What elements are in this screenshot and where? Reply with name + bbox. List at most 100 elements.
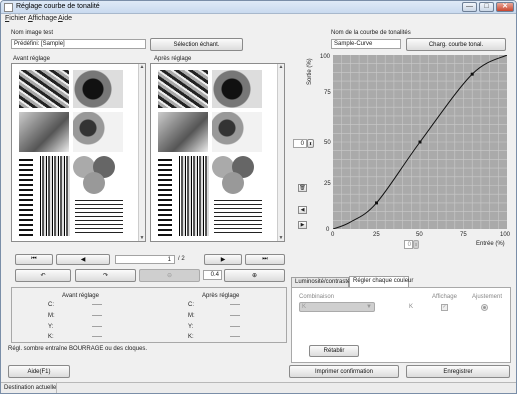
curve-control-point[interactable]: [470, 72, 474, 76]
info-before-y: Y:: [48, 324, 54, 330]
sample-photo: [19, 112, 69, 152]
load-curve-button[interactable]: Charg. courbe tonal.: [406, 38, 506, 51]
zoom-in-button[interactable]: ⊕: [224, 269, 285, 282]
curve-control-point[interactable]: [375, 201, 378, 205]
color-adjust-panel: Combinaison Affichage Ajustement K ▼ K ✓ …: [291, 287, 511, 363]
tab-adjust-each-color[interactable]: Régler chaque couleur: [349, 276, 413, 287]
after-scrollbar[interactable]: ▲ ▼: [277, 64, 284, 241]
app-icon: [4, 3, 13, 12]
x-tick: 100: [500, 232, 511, 238]
rotate-left-icon: ↶: [40, 273, 46, 279]
first-page-icon: ⏮: [31, 256, 37, 262]
close-button[interactable]: ✕: [496, 2, 514, 12]
combination-select[interactable]: K ▼: [299, 302, 375, 312]
curve-control-point[interactable]: [418, 140, 422, 144]
print-confirmation-button[interactable]: Imprimer confirmation: [289, 365, 399, 378]
radio-dot-icon: [483, 306, 486, 309]
window-title: Réglage courbe de tonalité: [16, 3, 100, 10]
zoom-field[interactable]: 0.4: [203, 270, 222, 280]
display-checkbox[interactable]: ✓: [441, 304, 448, 311]
info-after-k: K:: [188, 334, 194, 340]
x-tick: 50: [416, 232, 423, 238]
before-scrollbar[interactable]: ▲ ▼: [138, 64, 145, 241]
scroll-down-icon[interactable]: ▼: [278, 235, 284, 241]
page-number-field[interactable]: 1: [115, 255, 175, 264]
status-bar: Destination actuelle: [1, 382, 516, 393]
sample-grid: [214, 198, 262, 236]
channel-k-label: K: [409, 304, 414, 310]
y-tick: 75: [324, 90, 331, 96]
adjust-radio[interactable]: [481, 304, 488, 311]
menu-affichage[interactable]: Affichage: [28, 15, 57, 22]
y-tick: 25: [324, 181, 331, 187]
output-spin-field[interactable]: 0: [293, 139, 307, 148]
last-page-button[interactable]: ⏭: [245, 254, 285, 265]
title-bar: Réglage courbe de tonalité — □ ✕: [1, 1, 516, 14]
arrow-left-icon: ◀: [300, 207, 305, 213]
sample-circle: [222, 172, 244, 194]
dropdown-arrow-icon: ▼: [366, 304, 372, 310]
combination-label: Combinaison: [299, 294, 335, 300]
tone-curve-graph[interactable]: [333, 55, 507, 229]
curve-name-label: Nom de la courbe de tonalités: [331, 30, 411, 36]
prev-page-button[interactable]: ◀: [56, 254, 110, 265]
display-label: Affichage: [432, 294, 457, 300]
before-preview[interactable]: ▲ ▼: [11, 63, 146, 242]
rotate-right-icon: ↷: [102, 273, 109, 279]
info-after-c-value: -----: [230, 302, 240, 308]
checkmark-icon: ✓: [442, 304, 447, 310]
zoom-out-icon: ⊖: [166, 273, 173, 279]
rotate-left-button[interactable]: ↶: [15, 269, 71, 282]
input-spin-arrows[interactable]: ⬍: [413, 240, 419, 249]
after-label: Après réglage: [154, 56, 192, 62]
curve-name-field[interactable]: Sample-Curve: [331, 39, 401, 49]
minimize-button[interactable]: —: [462, 2, 477, 12]
status-divider: [56, 383, 57, 393]
menu-fichier[interactable]: Fichier: [5, 15, 26, 22]
sample-gray-bars: [40, 156, 70, 236]
warning-message: Régl. sombre entraîne BOURRAGE ou des cl…: [8, 346, 148, 352]
tab-brightness-contrast[interactable]: Luminosité/contraste: [291, 277, 350, 287]
x-tick: 0: [331, 232, 335, 238]
sample-photo: [73, 112, 123, 152]
after-sample-page: [157, 68, 271, 240]
sample-text-block: [158, 156, 172, 236]
menu-aide[interactable]: Aide: [58, 15, 72, 22]
after-preview[interactable]: ▲ ▼: [150, 63, 285, 242]
delete-point-button[interactable]: 🗑: [298, 184, 307, 192]
before-label: Avant réglage: [13, 56, 50, 62]
prev-point-button[interactable]: ◀: [298, 206, 307, 214]
info-before-c-value: -----: [92, 302, 102, 308]
page-total: / 2: [178, 256, 185, 262]
next-point-button[interactable]: ▶: [298, 221, 307, 229]
tone-curve-window: Réglage courbe de tonalité — □ ✕ Fichier…: [0, 0, 517, 394]
input-spin-field[interactable]: 0: [404, 240, 413, 249]
restore-button[interactable]: Rétablir: [309, 345, 359, 357]
first-page-button[interactable]: ⏮: [15, 254, 53, 265]
x-tick: 25: [373, 232, 380, 238]
output-spin-arrows[interactable]: ⬍: [307, 139, 314, 148]
scroll-up-icon[interactable]: ▲: [278, 64, 284, 70]
next-page-button[interactable]: ▶: [204, 254, 242, 265]
select-sample-button[interactable]: Sélection échant.: [150, 38, 243, 51]
image-name-field: Prédéfini: [Sample]: [11, 39, 146, 49]
sample-photo: [19, 70, 69, 108]
y-tick: 50: [324, 140, 331, 146]
sample-photo: [212, 70, 262, 108]
x-axis-label: Entrée (%): [476, 241, 505, 247]
help-button[interactable]: Aide(F1): [8, 365, 70, 378]
save-button[interactable]: Enregistrer: [406, 365, 510, 378]
info-after-y-value: -----: [230, 324, 240, 330]
scroll-up-icon[interactable]: ▲: [139, 64, 145, 70]
next-page-icon: ▶: [220, 257, 226, 263]
scroll-down-icon[interactable]: ▼: [139, 235, 145, 241]
sample-photo: [212, 112, 262, 152]
zoom-out-button[interactable]: ⊖: [139, 269, 200, 282]
info-before-header: Avant réglage: [62, 293, 99, 299]
maximize-button[interactable]: □: [479, 2, 494, 12]
sample-grid: [75, 198, 123, 236]
sample-photo: [158, 70, 208, 108]
rotate-right-button[interactable]: ↷: [75, 269, 136, 282]
image-name-label: Nom image test: [11, 30, 54, 36]
sample-circle: [83, 172, 105, 194]
